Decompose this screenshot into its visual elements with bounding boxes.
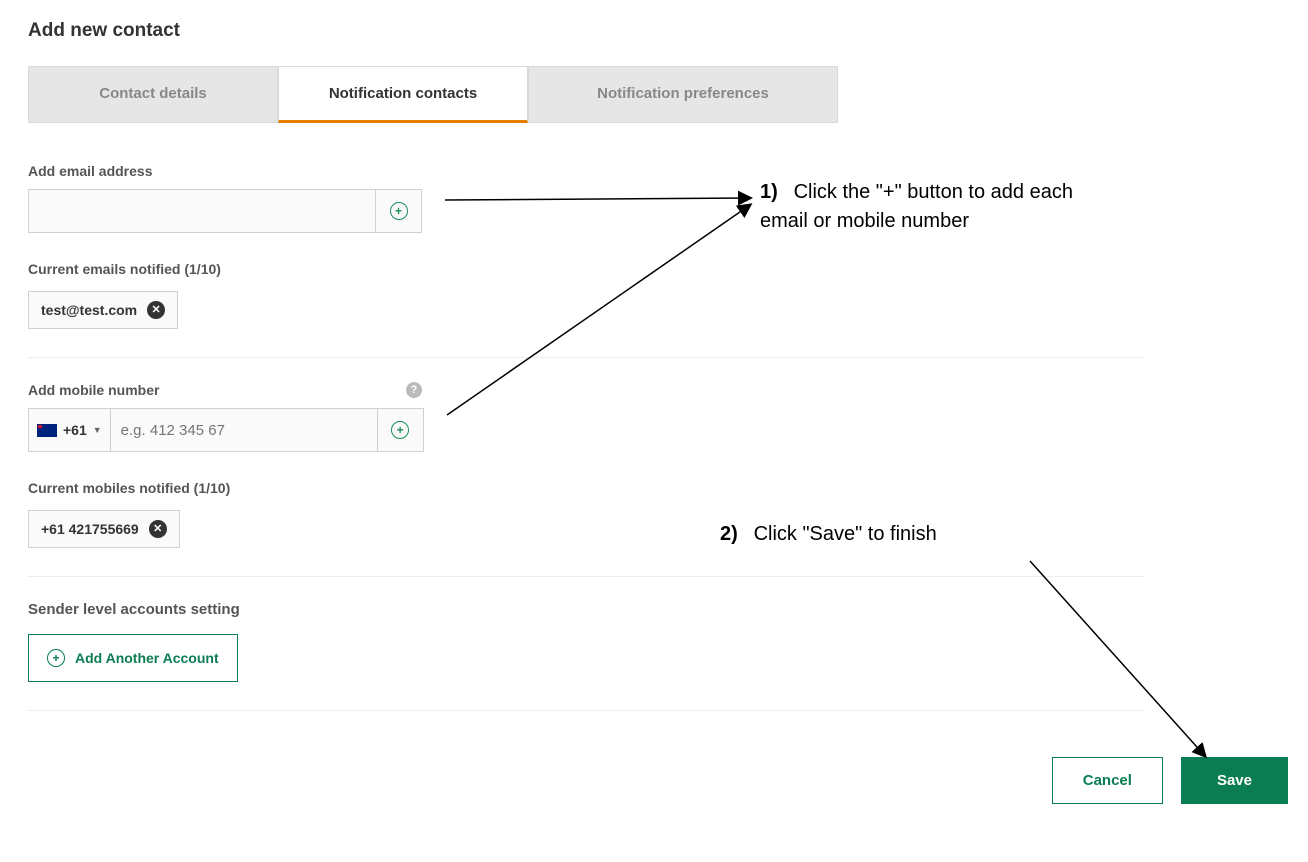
annotation-step2-text: Click "Save" to finish <box>754 523 937 545</box>
current-mobiles-label: Current mobiles notified (1/10) <box>28 480 1280 496</box>
tab-contact-details[interactable]: Contact details <box>28 66 278 123</box>
email-input[interactable] <box>28 189 376 233</box>
mobile-input[interactable] <box>110 408 378 452</box>
add-another-account-button[interactable]: + Add Another Account <box>28 634 238 682</box>
chevron-down-icon: ▼ <box>93 425 102 435</box>
add-email-button[interactable]: + <box>376 189 422 233</box>
help-icon[interactable]: ? <box>406 382 422 398</box>
sender-section-title: Sender level accounts setting <box>28 601 1280 618</box>
annotation-step2: 2) Click "Save" to finish <box>720 520 937 549</box>
add-account-label: Add Another Account <box>75 650 219 666</box>
tabs: Contact details Notification contacts No… <box>28 66 1280 123</box>
remove-email-icon[interactable]: ✕ <box>147 301 165 319</box>
divider <box>28 710 1144 711</box>
dial-code: +61 <box>63 422 87 438</box>
tab-notification-preferences[interactable]: Notification preferences <box>528 66 838 123</box>
divider <box>28 357 1144 358</box>
mobile-chip: +61 421755669 ✕ <box>28 510 180 548</box>
plus-icon: + <box>391 421 409 439</box>
email-chip: test@test.com ✕ <box>28 291 178 329</box>
plus-icon: + <box>390 202 408 220</box>
annotation-step2-num: 2) <box>720 520 748 549</box>
add-mobile-button[interactable]: + <box>378 408 424 452</box>
remove-mobile-icon[interactable]: ✕ <box>149 520 167 538</box>
mobile-label: Add mobile number <box>28 382 159 398</box>
annotation-step1-text: Click the "+" button to add each email o… <box>760 181 1073 232</box>
page-title: Add new contact <box>28 20 1280 42</box>
tab-notification-contacts[interactable]: Notification contacts <box>278 66 528 123</box>
current-emails-label: Current emails notified (1/10) <box>28 261 1280 277</box>
mobile-chip-text: +61 421755669 <box>41 521 139 537</box>
email-label: Add email address <box>28 163 1280 179</box>
plus-icon: + <box>47 649 65 667</box>
annotation-step1-num: 1) <box>760 178 788 207</box>
divider <box>28 576 1144 577</box>
email-chip-text: test@test.com <box>41 302 137 318</box>
country-code-select[interactable]: +61 ▼ <box>28 408 110 452</box>
australia-flag-icon <box>37 424 57 437</box>
cancel-button[interactable]: Cancel <box>1052 757 1163 804</box>
annotation-step1: 1) Click the "+" button to add each emai… <box>760 178 1080 236</box>
save-button[interactable]: Save <box>1181 757 1288 804</box>
